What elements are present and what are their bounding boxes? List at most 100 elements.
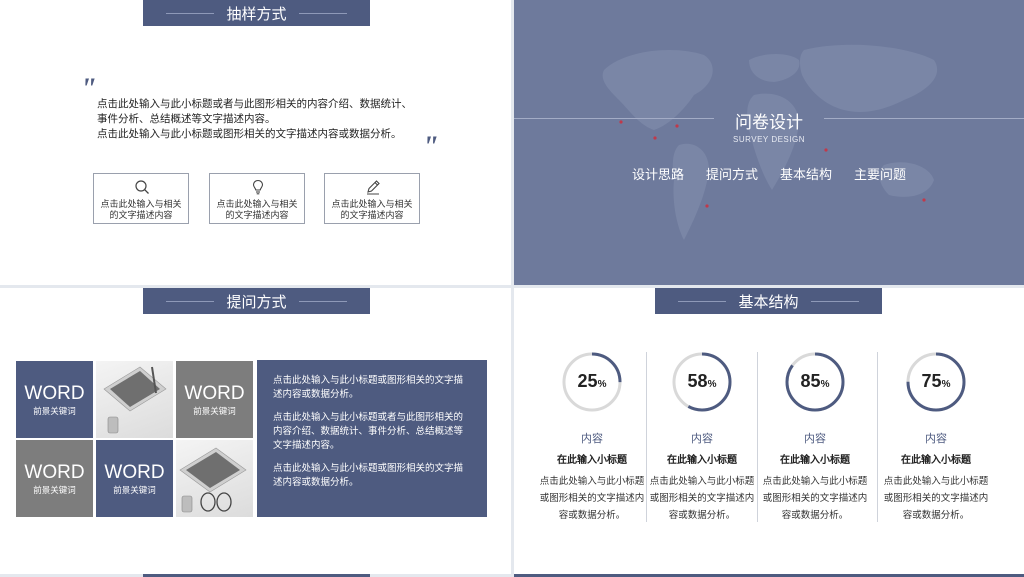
tile-word: WORD	[24, 383, 85, 404]
description-paragraph: 点击此处输入与此小标题或图形相关的文字描述内容或数据分析。	[273, 463, 464, 488]
word-tile[interactable]: WORD 前景关键词	[16, 440, 93, 517]
intro-paragraph: 点击此处输入与此小标题或者与此图形相关的内容介绍、数据统计、 事件分析、总结概述…	[97, 97, 427, 142]
slide-title-tab: 抽样方式	[143, 0, 370, 26]
heading-rule-right	[824, 118, 1024, 119]
box-line: 点击此处输入与相关	[216, 199, 298, 209]
stat-subtitle: 在此输入小标题	[901, 455, 971, 466]
progress-ring: 85%	[785, 352, 845, 412]
slide-title-tab: 提问方式	[143, 288, 370, 314]
percent-number: 25	[577, 371, 598, 391]
percent-number: 58	[687, 371, 708, 391]
percent-number: 75	[921, 371, 942, 391]
glasses-icon	[179, 447, 247, 513]
feature-box[interactable]: 点击此处输入与相关 的文字描述内容	[209, 173, 305, 224]
slide-title: 基本结构	[738, 293, 799, 311]
search-icon	[135, 180, 149, 194]
open-quote-icon: "	[80, 72, 97, 105]
column-divider	[757, 352, 758, 522]
box-line: 点击此处输入与相关	[100, 199, 182, 209]
progress-ring: 58%	[672, 352, 732, 412]
world-map-icon	[602, 44, 938, 240]
tile-keyword: 前景关键词	[33, 406, 76, 416]
tile-keyword: 前景关键词	[113, 485, 156, 495]
title-rule-left	[166, 300, 215, 302]
percent-value: 75%	[906, 371, 966, 392]
feature-box[interactable]: 点击此处输入与相关 的文字描述内容	[324, 173, 420, 224]
stat-column[interactable]: 25% 内容 在此输入小标题 点击此处输入与此小标题或图形相关的文字描述内容或数…	[537, 352, 647, 527]
slide-title-tab: 基本结构	[655, 288, 882, 314]
tile-keyword: 前景关键词	[193, 406, 236, 416]
percent-value: 85%	[785, 371, 845, 392]
word-tile[interactable]: WORD 前景关键词	[16, 361, 93, 438]
word-tile[interactable]: WORD 前景关键词	[176, 361, 253, 438]
close-quote-icon: "	[422, 130, 439, 163]
section-nav: 设计思路 提问方式 基本结构 主要问题	[514, 164, 1024, 183]
tile-word: WORD	[104, 462, 165, 483]
title-rule-right	[810, 300, 859, 302]
feature-box[interactable]: 点击此处输入与相关 的文字描述内容	[93, 173, 189, 224]
lightbulb-icon	[252, 179, 264, 195]
stat-subtitle: 在此输入小标题	[667, 455, 737, 466]
pen-icon	[367, 180, 380, 195]
section-subtitle: SURVEY DESIGN	[732, 135, 805, 144]
slide-survey-design[interactable]: 问卷设计 SURVEY DESIGN 设计思路 提问方式 基本结构 主要问题	[514, 0, 1024, 285]
survey-heading: 问卷设计 SURVEY DESIGN	[514, 108, 1024, 144]
slide-title: 提问方式	[226, 293, 287, 311]
heading-rule-left	[514, 118, 714, 119]
laptop-photo	[96, 361, 173, 438]
paragraph-line: 事件分析、总结概述等文字描述内容。	[97, 113, 276, 125]
column-divider	[877, 352, 878, 522]
stat-description: 点击此处输入与此小标题或图形相关的文字描述内容或数据分析。	[649, 476, 755, 521]
box-line: 的文字描述内容	[225, 210, 289, 220]
word-tile[interactable]: WORD 前景关键词	[96, 440, 173, 517]
title-rule-right	[298, 12, 347, 14]
feature-box-text: 点击此处输入与相关 的文字描述内容	[210, 199, 304, 221]
percent-value: 25%	[562, 371, 622, 392]
nav-item-main-questions[interactable]: 主要问题	[854, 164, 906, 183]
stat-column[interactable]: 58% 内容 在此输入小标题 点击此处输入与此小标题或图形相关的文字描述内容或数…	[647, 352, 757, 527]
stat-label: 内容	[804, 433, 826, 445]
stat-description: 点击此处输入与此小标题或图形相关的文字描述内容或数据分析。	[883, 476, 989, 521]
percent-sign: %	[820, 379, 830, 390]
title-rule-left	[166, 12, 215, 14]
description-paragraph: 点击此处输入与此小标题或图形相关的文字描述内容或数据分析。	[273, 375, 464, 400]
title-rule-right	[298, 300, 347, 302]
stat-label: 内容	[925, 433, 947, 445]
percent-value: 58%	[672, 371, 732, 392]
percent-sign: %	[707, 379, 717, 390]
progress-ring: 25%	[562, 352, 622, 412]
box-line: 点击此处输入与相关	[331, 199, 413, 209]
description-paragraph: 点击此处输入与此小标题或者与此图形相关的内容介绍、数据统计、事件分析、总结概述等…	[273, 412, 464, 451]
percent-sign: %	[597, 379, 607, 390]
slide-sampling-method[interactable]: 抽样方式 " 点击此处输入与此小标题或者与此图形相关的内容介绍、数据统计、 事件…	[0, 0, 511, 285]
box-line: 的文字描述内容	[340, 210, 404, 220]
stat-column[interactable]: 75% 内容 在此输入小标题 点击此处输入与此小标题或图形相关的文字描述内容或数…	[881, 352, 991, 527]
stat-label: 内容	[581, 433, 603, 445]
tile-word: WORD	[24, 462, 85, 483]
stat-subtitle: 在此输入小标题	[557, 455, 627, 466]
glasses-photo	[176, 440, 253, 517]
tile-word: WORD	[184, 383, 245, 404]
percent-sign: %	[941, 379, 951, 390]
nav-item-basic-structure[interactable]: 基本结构	[780, 164, 832, 183]
stat-column[interactable]: 85% 内容 在此输入小标题 点击此处输入与此小标题或图形相关的文字描述内容或数…	[760, 352, 870, 527]
stat-description: 点击此处输入与此小标题或图形相关的文字描述内容或数据分析。	[762, 476, 868, 521]
percent-number: 85	[800, 371, 821, 391]
progress-ring: 75%	[906, 352, 966, 412]
description-box: 点击此处输入与此小标题或图形相关的文字描述内容或数据分析。 点击此处输入与此小标…	[257, 360, 487, 517]
box-line: 的文字描述内容	[109, 210, 173, 220]
nav-item-question-method[interactable]: 提问方式	[706, 164, 758, 183]
laptop-icon	[103, 366, 167, 434]
paragraph-line: 点击此处输入与此小标题或者与此图形相关的内容介绍、数据统计、	[97, 98, 412, 110]
nav-item-design-idea[interactable]: 设计思路	[632, 164, 684, 183]
section-title: 问卷设计	[735, 113, 803, 132]
title-rule-left	[678, 300, 727, 302]
stat-label: 内容	[691, 433, 713, 445]
stat-description: 点击此处输入与此小标题或图形相关的文字描述内容或数据分析。	[539, 476, 645, 521]
tile-keyword: 前景关键词	[33, 485, 76, 495]
paragraph-line: 点击此处输入与此小标题或图形相关的文字描述内容或数据分析。	[97, 128, 402, 140]
slide-title: 抽样方式	[226, 5, 287, 23]
stat-subtitle: 在此输入小标题	[780, 455, 850, 466]
feature-box-text: 点击此处输入与相关 的文字描述内容	[94, 199, 188, 221]
feature-box-text: 点击此处输入与相关 的文字描述内容	[325, 199, 419, 221]
